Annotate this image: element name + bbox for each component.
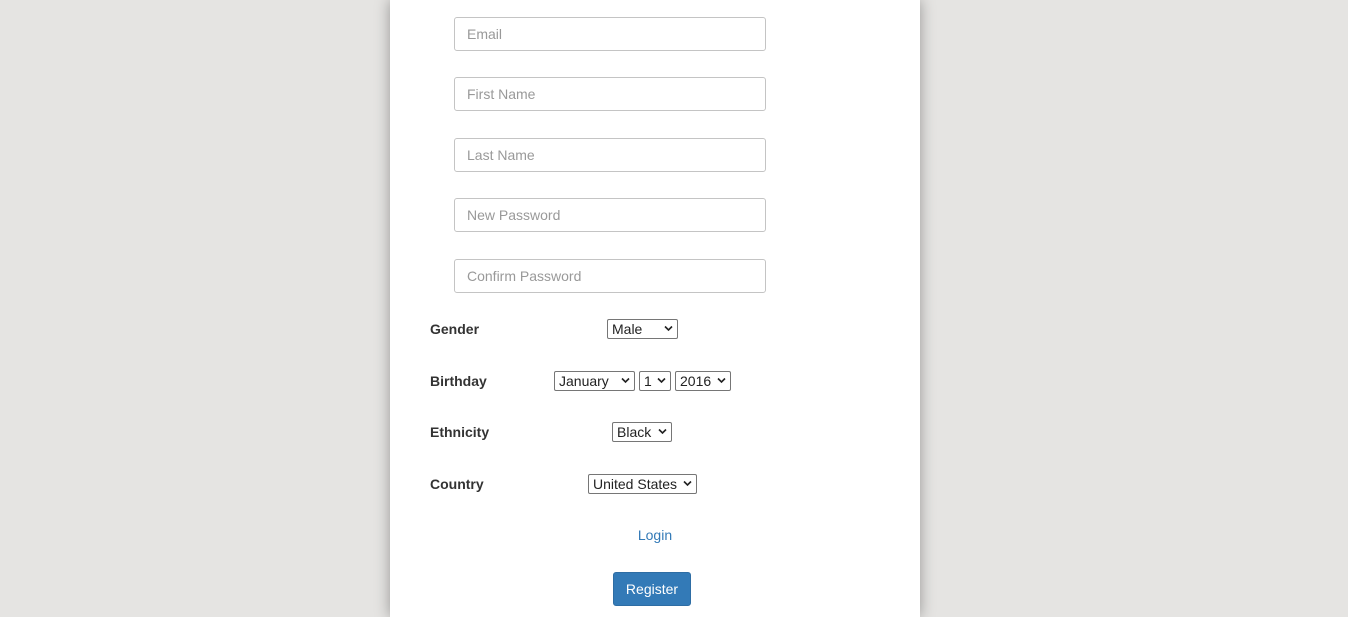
first-name-input[interactable] <box>454 77 766 111</box>
gender-label: Gender <box>430 321 480 337</box>
email-input[interactable] <box>454 17 766 51</box>
chevron-down-icon <box>717 377 726 384</box>
gender-select-value: Male <box>612 321 643 337</box>
birthday-month-select[interactable]: January <box>554 371 635 391</box>
birthday-label: Birthday <box>430 373 487 389</box>
birthday-year-select[interactable]: 2016 <box>675 371 731 391</box>
ethnicity-select-value: Black <box>617 424 652 440</box>
birthday-day-value: 1 <box>644 373 652 389</box>
chevron-down-icon <box>683 480 692 487</box>
ethnicity-select[interactable]: Black <box>612 422 672 442</box>
country-label: Country <box>430 476 484 492</box>
last-name-input[interactable] <box>454 138 766 172</box>
chevron-down-icon <box>658 428 667 435</box>
birthday-year-value: 2016 <box>680 373 712 389</box>
chevron-down-icon <box>621 377 630 384</box>
ethnicity-label: Ethnicity <box>430 424 490 440</box>
new-password-input[interactable] <box>454 198 766 232</box>
confirm-password-input[interactable] <box>454 259 766 293</box>
chevron-down-icon <box>664 325 673 332</box>
login-link[interactable]: Login <box>390 527 920 543</box>
country-select[interactable]: United States <box>588 474 697 494</box>
gender-select[interactable]: Male <box>607 319 678 339</box>
birthday-month-value: January <box>559 373 609 389</box>
country-select-value: United States <box>593 476 678 492</box>
register-button[interactable]: Register <box>613 572 691 606</box>
birthday-day-select[interactable]: 1 <box>639 371 671 391</box>
chevron-down-icon <box>657 377 666 384</box>
registration-card: Gender Male Birthday January 1 2016 Ethn… <box>390 0 920 617</box>
